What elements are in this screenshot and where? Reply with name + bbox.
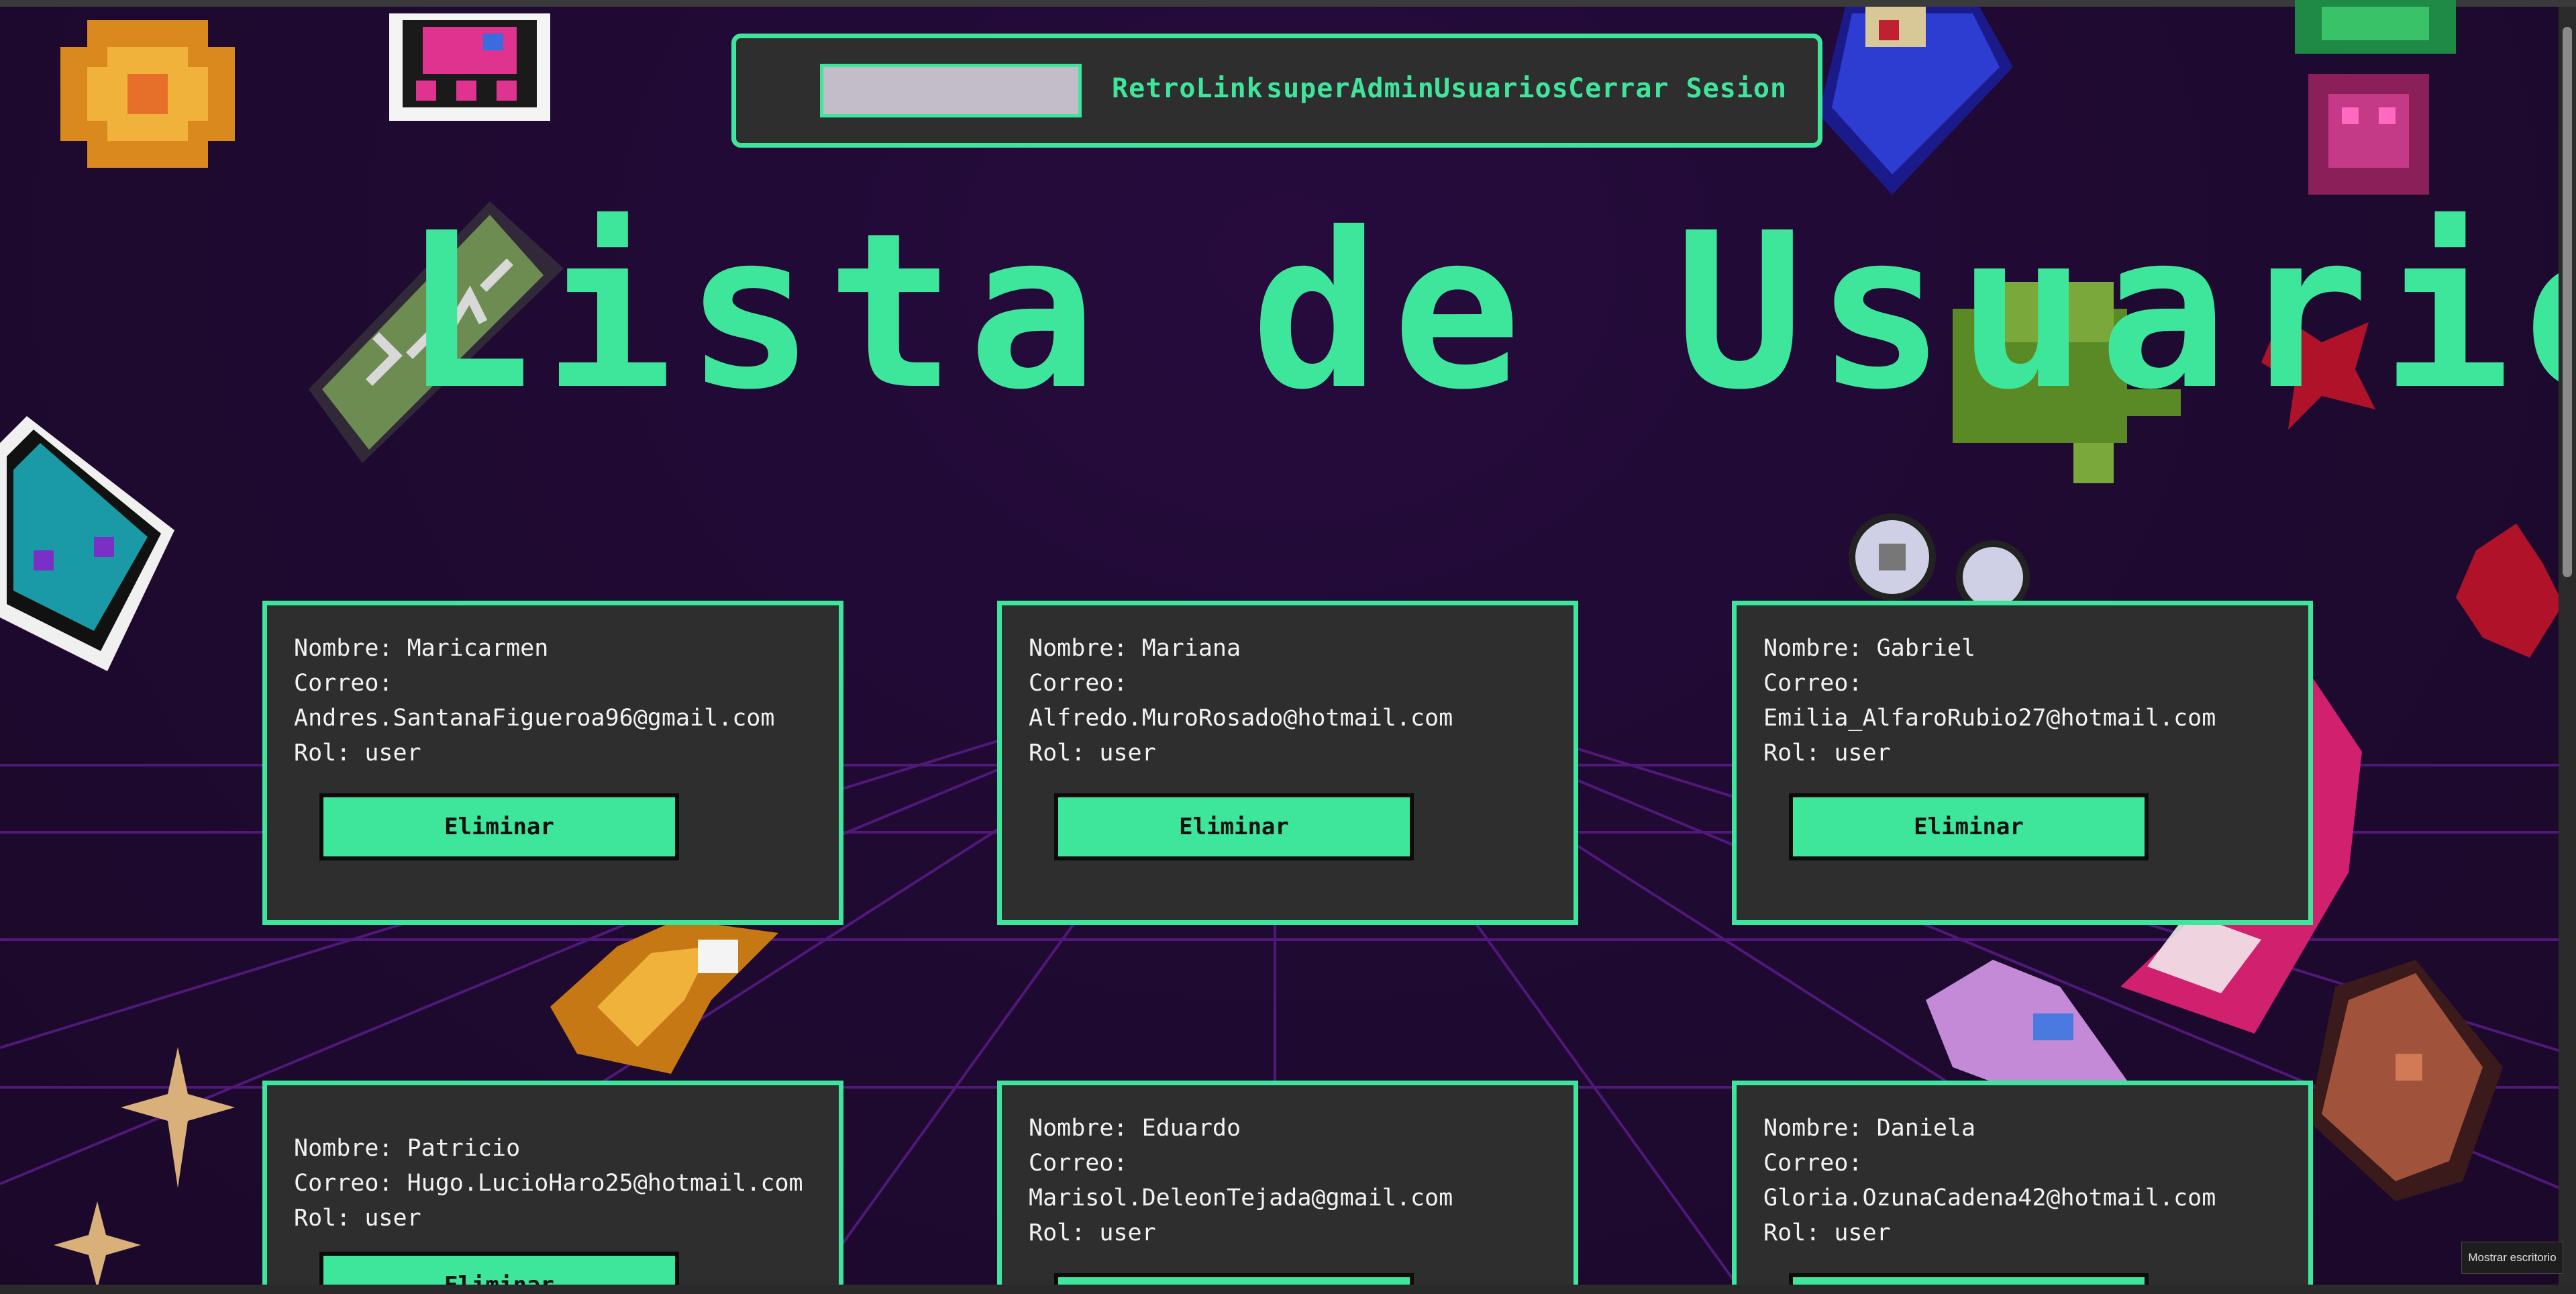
alien-sprite-icon xyxy=(2295,0,2456,195)
user-card: Nombre: Gabriel Correo: Emilia_AlfaroRub… xyxy=(1732,601,2313,925)
search-input[interactable] xyxy=(820,64,1082,117)
user-email: Correo: Hugo.LucioHaro25@hotmail.com xyxy=(294,1170,803,1197)
book-sprite-icon xyxy=(1818,7,2013,195)
user-email: Gloria.OzunaCadena42@hotmail.com xyxy=(1763,1185,2216,1211)
user-name: Nombre: Daniela xyxy=(1763,1115,1976,1142)
delete-user-button[interactable]: Eliminar xyxy=(319,793,679,860)
user-email-label: Correo: xyxy=(294,670,393,697)
user-card: Nombre: Mariana Correo: Alfredo.MuroRosa… xyxy=(997,601,1578,925)
user-email: Marisol.DeleonTejada@gmail.com xyxy=(1029,1185,1453,1211)
window-top-bar xyxy=(0,0,2576,7)
star-sprite-icon xyxy=(121,1047,235,1188)
user-name: Nombre: Patricio xyxy=(294,1135,521,1162)
nav-link-usuarios[interactable]: Usuarios xyxy=(1434,73,1569,104)
user-card: Nombre: Maricarmen Correo: Andres.Santan… xyxy=(262,601,843,925)
user-name: Nombre: Maricarmen xyxy=(294,635,549,662)
fire-sprite-icon xyxy=(550,919,778,1074)
delete-user-button[interactable]: Eliminar xyxy=(1054,793,1414,860)
nav-link-superadmin[interactable]: superAdmin xyxy=(1266,73,1435,104)
user-email-label: Correo: xyxy=(1029,670,1128,697)
user-role: Rol: user xyxy=(294,740,421,766)
user-card: Nombre: Daniela Correo: Gloria.OzunaCade… xyxy=(1732,1081,2313,1294)
user-card: Nombre: Patricio Correo: Hugo.LucioHaro2… xyxy=(262,1081,843,1294)
delete-user-button[interactable]: Eliminar xyxy=(1789,793,2149,860)
user-email-label: Correo: xyxy=(1029,1150,1128,1177)
user-name: Nombre: Gabriel xyxy=(1763,635,1976,662)
navbar: RetroLink superAdmin Usuarios Cerrar Ses… xyxy=(731,34,1822,148)
user-role: Rol: user xyxy=(1763,1220,1891,1246)
user-name: Nombre: Eduardo xyxy=(1029,1115,1241,1142)
user-card: Nombre: Eduardo Correo: Marisol.DeleonTe… xyxy=(997,1081,1578,1294)
user-name: Nombre: Mariana xyxy=(1029,635,1241,662)
vertical-scrollbar[interactable] xyxy=(2559,7,2576,1285)
user-email-label: Correo: xyxy=(1763,670,1863,697)
user-role: Rol: user xyxy=(1029,1220,1156,1246)
red-splat-2-sprite-icon xyxy=(2456,524,2563,658)
taskbar-edge xyxy=(0,1285,2576,1294)
octopus-sprite-icon xyxy=(389,13,550,121)
page-title: Lista de Usuarios xyxy=(403,187,2576,437)
show-desktop-tooltip: Mostrar escritorio xyxy=(2461,1242,2563,1274)
user-email-label: Correo: xyxy=(1763,1150,1863,1177)
user-role: Rol: user xyxy=(294,1205,421,1232)
nav-link-cerrar-sesion[interactable]: Cerrar Sesion xyxy=(1568,73,1787,104)
gears-sprite-icon xyxy=(1849,513,2030,604)
user-role: Rol: user xyxy=(1029,740,1156,766)
user-email: Andres.SantanaFigueroa96@gmail.com xyxy=(294,705,775,732)
skull-sprite-icon xyxy=(0,416,174,671)
sun-sprite-icon xyxy=(60,20,235,168)
star-2-sprite-icon xyxy=(54,1201,141,1289)
page: RetroLink superAdmin Usuarios Cerrar Ses… xyxy=(0,0,2576,1294)
user-role: Rol: user xyxy=(1763,740,1891,766)
user-email: Alfredo.MuroRosado@hotmail.com xyxy=(1029,705,1453,732)
scrollbar-thumb[interactable] xyxy=(2563,27,2572,577)
fox-sprite-icon xyxy=(2308,960,2503,1201)
nav-link-retrolink[interactable]: RetroLink xyxy=(1112,73,1264,104)
user-email: Emilia_AlfaroRubio27@hotmail.com xyxy=(1763,705,2216,732)
unicorn-sprite-icon xyxy=(1926,960,2127,1087)
